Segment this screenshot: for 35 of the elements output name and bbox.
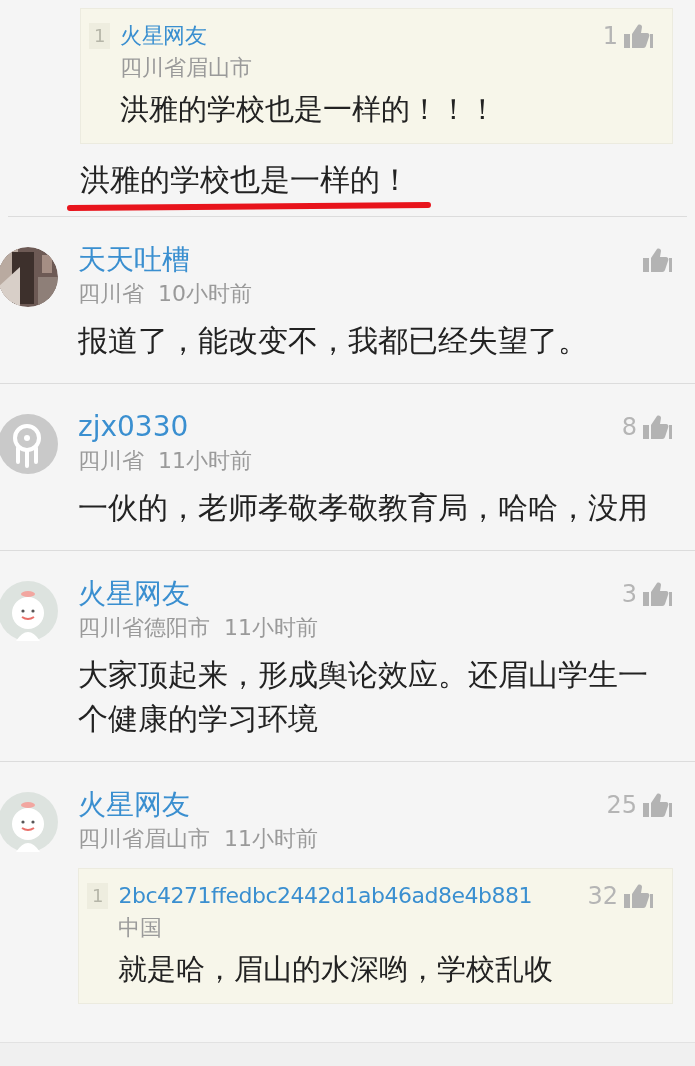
username-link[interactable]: 火星网友 (78, 575, 190, 613)
like-count: 3 (621, 582, 637, 606)
location-text: 四川省 (78, 447, 144, 475)
username-link[interactable]: 火星网友 (78, 786, 190, 824)
floor-number: 1 (87, 883, 109, 909)
time-text: 11小时前 (224, 614, 318, 642)
comment-text: 大家顶起来，形成舆论效应。还眉山学生一个健康的学习环境 (78, 656, 649, 738)
thumbs-up-icon[interactable] (622, 23, 654, 49)
time-text: 11小时前 (224, 825, 318, 853)
time-text: 10小时前 (158, 280, 252, 308)
thumbs-up-icon[interactable] (641, 581, 673, 607)
floor-number: 1 (89, 23, 111, 49)
location-text: 四川省眉山市 (120, 54, 254, 82)
like-count: 32 (587, 884, 618, 908)
comment-text: 洪雅的学校也是一样的！ (80, 161, 411, 199)
location-text: 四川省德阳市 (78, 614, 210, 642)
location-text: 四川省眉山市 (78, 825, 210, 853)
username-link[interactable]: zjx0330 (78, 408, 189, 446)
thumbs-up-icon[interactable] (622, 883, 654, 909)
like-count: 25 (606, 793, 637, 817)
thumbs-up-icon[interactable] (641, 247, 673, 273)
time-text: 11小时前 (158, 447, 252, 475)
username-link[interactable]: 2bc4271ffedbc2442d1ab46ad8e4b881 (118, 879, 532, 913)
like-count: 1 (602, 24, 618, 48)
like-count: 8 (621, 415, 637, 439)
thumbs-up-icon[interactable] (641, 414, 673, 440)
username-link[interactable]: 天天吐槽 (78, 241, 190, 279)
comment-text: 报道了，能改变不，我都已经失望了。 (78, 322, 589, 360)
location-text: 中国 (118, 914, 164, 942)
username-link[interactable]: 火星网友 (120, 19, 207, 53)
comment-text: 一伙的，老师孝敬孝敬教育局，哈哈，没用 (78, 489, 649, 527)
thumbs-up-icon[interactable] (641, 792, 673, 818)
location-text: 四川省 (78, 280, 144, 308)
comment-text: 洪雅的学校也是一样的！！！ (120, 91, 499, 128)
comment-text: 就是哈，眉山的水深哟，学校乱收 (118, 951, 555, 988)
